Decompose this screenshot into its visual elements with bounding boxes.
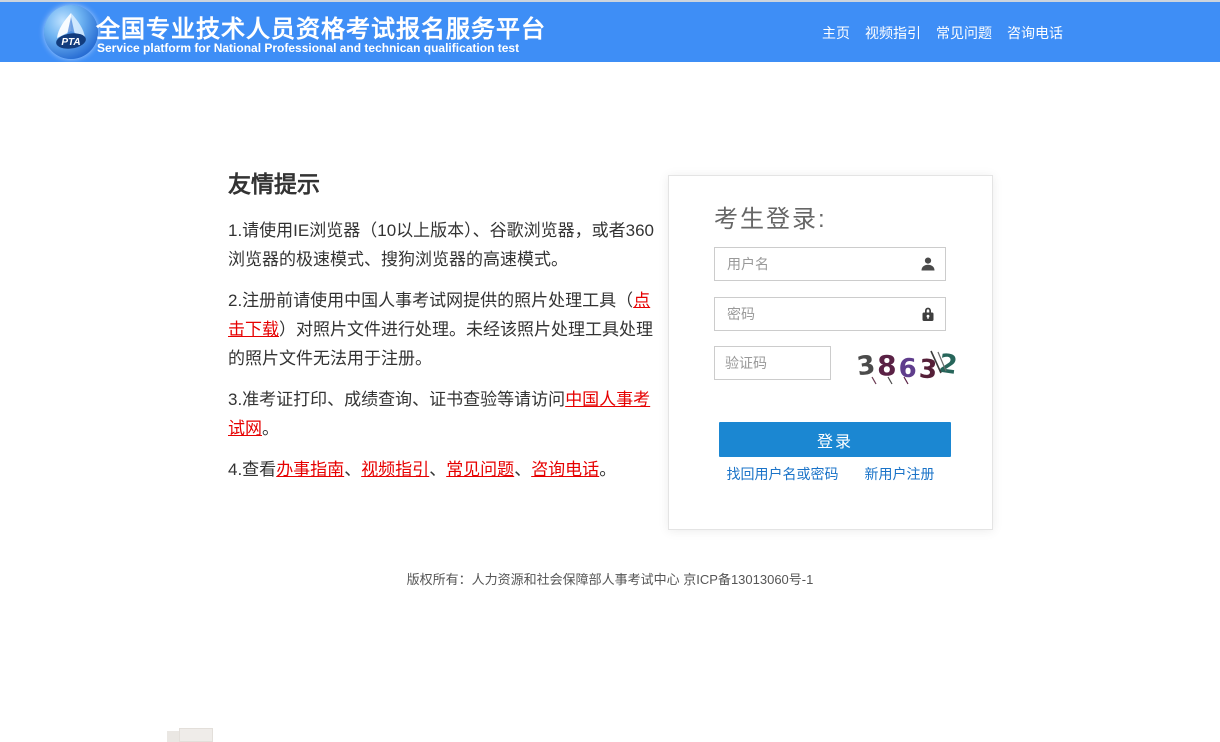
tip4-sep-3: 、 [514, 460, 531, 479]
video-guide-link[interactable]: 视频指引 [361, 460, 429, 479]
password-input[interactable] [715, 298, 945, 330]
tips-section: 友情提示 1.请使用IE浏览器（10以上版本）、谷歌浏览器，或者360浏览器的极… [228, 170, 654, 496]
lock-icon [920, 306, 936, 322]
tip4-text-1: 4.查看 [228, 460, 276, 479]
tip-help-links: 4.查看办事指南、视频指引、常见问题、咨询电话。 [228, 455, 654, 484]
tip2-text-2: ）对照片文件进行处理。未经该照片处理工具处理的照片文件无法用于注册。 [228, 320, 653, 368]
faq-link[interactable]: 常见问题 [446, 460, 514, 479]
nav-video-guide[interactable]: 视频指引 [865, 23, 921, 43]
tip-photo-tool: 2.注册前请使用中国人事考试网提供的照片处理工具（点击下载）对照片文件进行处理。… [228, 286, 654, 373]
register-link[interactable]: 新用户注册 [865, 464, 935, 484]
tip-browsers: 1.请使用IE浏览器（10以上版本）、谷歌浏览器，或者360浏览器的极速模式、搜… [228, 216, 654, 274]
artifact-shape-right [179, 728, 213, 742]
tip3-text-2: 。 [262, 419, 279, 438]
tip2-text-1: 2.注册前请使用中国人事考试网提供的照片处理工具（ [228, 291, 633, 310]
pta-logo-icon: PTA [44, 5, 98, 59]
site-subtitle: Service platform for National Profession… [97, 41, 519, 55]
username-input[interactable] [715, 248, 945, 280]
partial-artifact [167, 728, 213, 742]
captcha-image[interactable]: 38632 [855, 347, 947, 385]
nav-faq[interactable]: 常见问题 [936, 23, 992, 43]
hotline-link[interactable]: 咨询电话 [531, 460, 599, 479]
login-button[interactable]: 登录 [719, 422, 951, 457]
login-links-row: 找回用户名或密码 新用户注册 [669, 464, 992, 484]
header: PTA 全国专业技术人员资格考试报名服务平台 Service platform … [0, 2, 1220, 62]
captcha-digits: 38632 [857, 348, 959, 381]
site-title: 全国专业技术人员资格考试报名服务平台 [96, 9, 546, 44]
login-title: 考生登录: [714, 199, 827, 234]
tip-cpta-site: 3.准考证打印、成绩查询、证书查验等请访问中国人事考试网。 [228, 385, 654, 443]
page: PTA 全国专业技术人员资格考试报名服务平台 Service platform … [0, 0, 1220, 742]
tip4-sep-1: 、 [344, 460, 361, 479]
tip3-text-1: 3.准考证打印、成绩查询、证书查验等请访问 [228, 390, 565, 409]
forgot-credentials-link[interactable]: 找回用户名或密码 [727, 464, 839, 484]
tip4-text-2: 。 [599, 460, 616, 479]
logo-text: PTA [61, 37, 80, 48]
footer-copyright: 版权所有：人力资源和社会保障部人事考试中心 京ICP备13013060号-1 [0, 569, 1220, 588]
captcha-input[interactable] [715, 347, 830, 379]
password-field-wrap [714, 297, 946, 331]
tips-heading: 友情提示 [228, 170, 654, 198]
tip1-text: 1.请使用IE浏览器（10以上版本）、谷歌浏览器，或者360浏览器的极速模式、搜… [228, 221, 654, 269]
username-field-wrap [714, 247, 946, 281]
captcha-field-wrap [714, 346, 831, 380]
service-guide-link[interactable]: 办事指南 [276, 460, 344, 479]
login-panel: 考生登录: 38632 [668, 175, 993, 530]
header-nav: 主页 视频指引 常见问题 咨询电话 [822, 2, 1063, 64]
user-icon [920, 256, 936, 272]
nav-home[interactable]: 主页 [822, 23, 850, 43]
nav-hotline[interactable]: 咨询电话 [1007, 23, 1063, 43]
tip4-sep-2: 、 [429, 460, 446, 479]
